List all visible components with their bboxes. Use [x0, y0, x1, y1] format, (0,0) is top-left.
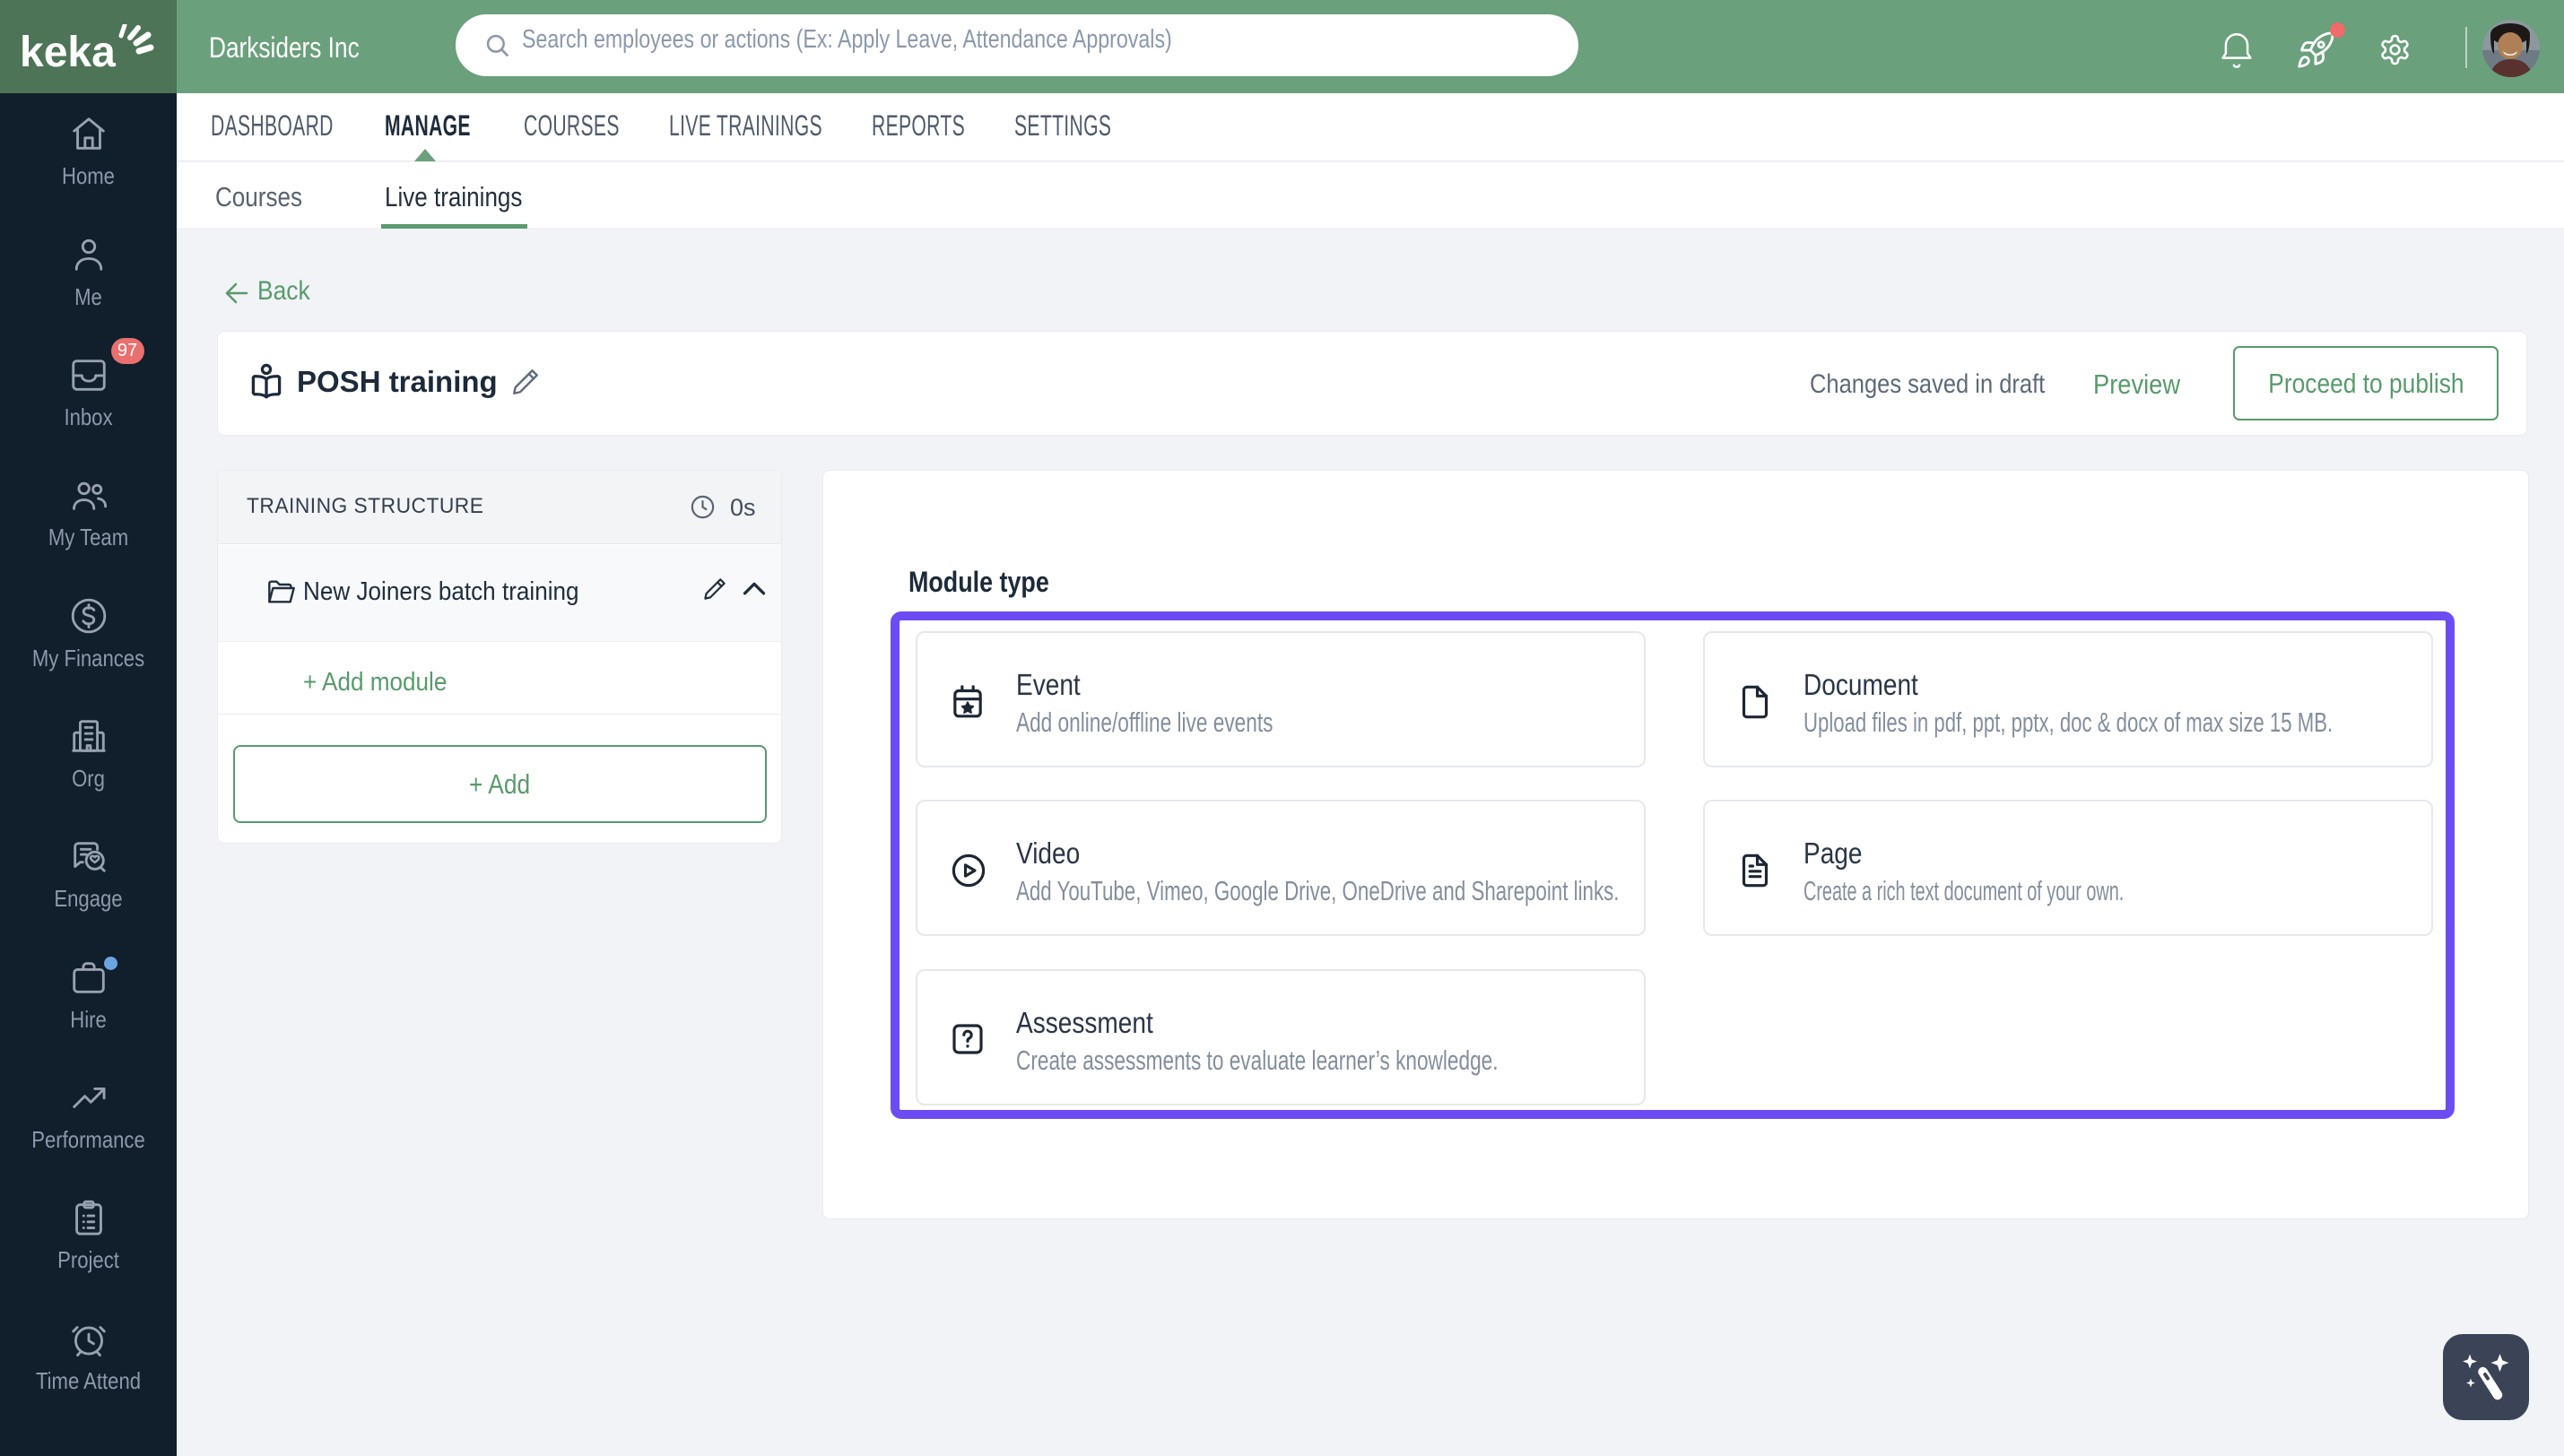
svg-text:keka: keka: [20, 29, 116, 76]
